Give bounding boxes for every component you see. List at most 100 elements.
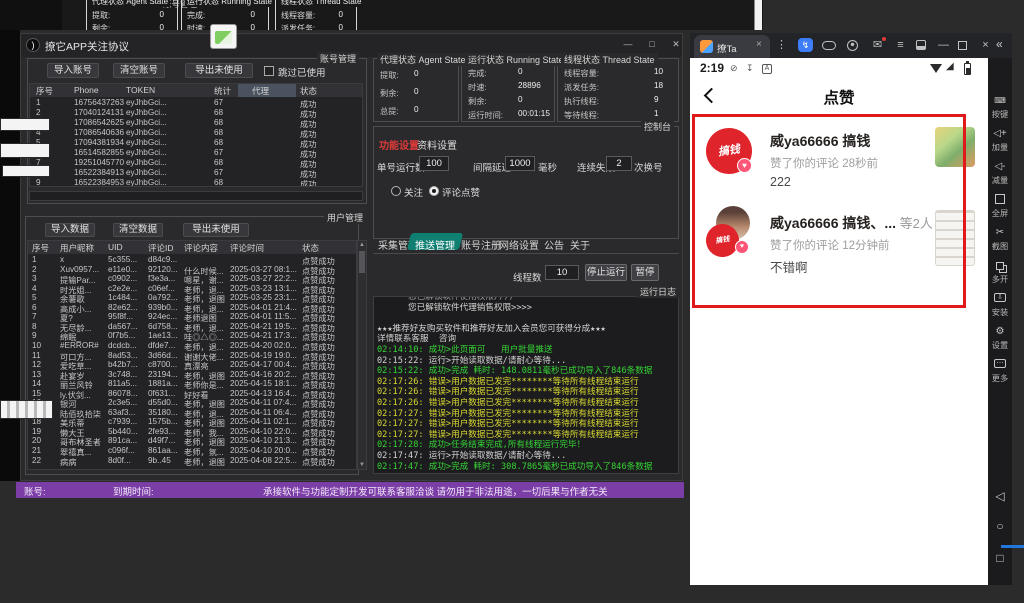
- table-row[interactable]: 616514582855eyJhbGci...67成功: [30, 148, 362, 159]
- table-cell: 11: [32, 350, 41, 360]
- table-row[interactable]: 517094381934eyJhbGci...68成功: [30, 138, 362, 149]
- table-row[interactable]: 4 时光姐... c2e2e... c06ef... 老师，退... 2025-03-23…: [28, 284, 356, 295]
- table-cell: #ERROR#: [60, 340, 99, 350]
- table-row[interactable]: 20 哥布林圣者 891ca... d49f7... 老师，退图 2025-04-10 2…: [28, 436, 356, 447]
- tab-close-icon[interactable]: ×: [756, 39, 762, 50]
- settings-tab-0[interactable]: 功能设置: [379, 137, 419, 152]
- boost-icon[interactable]: ↯: [798, 38, 813, 52]
- android-back-icon[interactable]: ◁: [988, 489, 1012, 503]
- table-row[interactable]: 22 病病 8d0f... 9b..45 老师，退图 2025-04-08 22:5...…: [28, 456, 356, 467]
- table-row[interactable]: 1 16756437263 eyJhbGci... 67 成功: [30, 98, 362, 109]
- minimize-icon[interactable]: —: [936, 38, 951, 52]
- volume-down-icon[interactable]: ◁-: [988, 161, 1012, 173]
- install-apk-icon[interactable]: ⇩: [988, 293, 1012, 302]
- screenshot-icon[interactable]: ✂: [988, 227, 1012, 239]
- messages-icon[interactable]: ✉: [870, 37, 886, 52]
- image-file-icon[interactable]: [210, 24, 237, 49]
- mini-window-icon[interactable]: [916, 40, 926, 50]
- scroll-up-icon[interactable]: ▲: [358, 242, 366, 248]
- user-button-2[interactable]: 导出未使用: [183, 223, 249, 237]
- more-icon[interactable]: ⋯: [988, 359, 1012, 368]
- field-input[interactable]: [606, 156, 632, 171]
- android-recents-icon[interactable]: □: [988, 551, 1012, 565]
- table-row[interactable]: 2 17040124131 eyJhbGci... 68 成功: [30, 108, 362, 119]
- tab-推送管理[interactable]: 推送管理: [415, 237, 455, 252]
- table-row[interactable]: 7 夏? 95f8f... 924ec... 老师退图 2025-04-01 11:5..…: [28, 312, 356, 323]
- pause-button[interactable]: 暂停: [631, 264, 659, 281]
- tab-公告[interactable]: 公告: [544, 237, 564, 252]
- table-row[interactable]: 21 翠禧真... c096f... 861aa... 老师，氛... 2025-04-1…: [28, 446, 356, 457]
- fullscreen-icon[interactable]: [988, 194, 1012, 204]
- table-row[interactable]: 15 ly.伏剑... 86078... 0f631... 好好看 2025-04-13 …: [28, 389, 356, 400]
- log-line: ★★★推荐好友购买软件和推荐好友加入会员您可获得分成★★★: [377, 323, 606, 334]
- collapse-sidebar-icon[interactable]: «: [996, 37, 1003, 51]
- account-button-1[interactable]: 清空账号: [113, 63, 165, 78]
- emulator-tab[interactable]: 撩Ta ×: [694, 35, 770, 58]
- account-table[interactable]: 序号 Phone TOKEN 统计 代理 状态 1 16756437263 eyJhbGci..…: [29, 83, 363, 187]
- table-row[interactable]: 9 绵眠_ 0f7b5... 1ae13... 哇◎△◎... 2025-04-21 17…: [28, 331, 356, 342]
- android-home-icon[interactable]: ○: [988, 519, 1012, 533]
- account-button-0[interactable]: 导入账号: [47, 63, 99, 78]
- radio-option[interactable]: [391, 186, 401, 196]
- close-icon[interactable]: ×: [978, 38, 993, 52]
- table-row[interactable]: 17陆佰玖拾柒63af3...35180...老师，退...2025-04-11…: [28, 408, 356, 419]
- status-bar-notice: 承接软件与功能定制开发可联系客服洽谈 请勿用于非法用途，一切后果与作者无关: [263, 487, 608, 498]
- table-row[interactable]: 18 美乐蒂 c7939... 1575b... 老师，退图 2025-04-11 02:…: [28, 417, 356, 428]
- user-button-1[interactable]: 清空数据: [113, 223, 163, 237]
- account-button-2[interactable]: 导出未使用: [185, 63, 253, 78]
- table-row[interactable]: 10 #ERROR# dcdcb... dfde7... 老师，退... 2025-04-…: [28, 340, 356, 352]
- table-row[interactable]: 11 可口方... 8ad53... 3d66d... 谢谢大佬... 2025-04-1…: [28, 350, 356, 362]
- thread-count-input[interactable]: [545, 265, 579, 280]
- user-table-scrollbar[interactable]: ▲ ▼: [357, 240, 367, 470]
- menu-icon[interactable]: ≡: [893, 38, 908, 52]
- settings-tab-1[interactable]: 资料设置: [417, 137, 457, 152]
- table-row[interactable]: 8 无尽龄... da567... 6d758... 老师，退... 2025-04-21…: [28, 322, 356, 333]
- kebab-menu-icon[interactable]: ⋮: [774, 38, 789, 52]
- tab-关于[interactable]: 关于: [570, 237, 590, 252]
- stop-run-button[interactable]: 停止运行: [585, 264, 627, 281]
- table-cell: 2025-04-11 02:1...: [230, 417, 297, 427]
- multi-window-icon[interactable]: [988, 260, 1012, 270]
- table-row[interactable]: 7 19251045770 eyJhbGci... 68 成功: [30, 158, 362, 169]
- field-input[interactable]: [419, 156, 449, 171]
- user-button-0[interactable]: 导入数据: [45, 223, 95, 237]
- tab-网络设置[interactable]: 网络设置: [499, 237, 539, 252]
- emulator-titlebar[interactable]: 撩Ta × ⋮ ↯ ✉ ≡ — × «: [690, 33, 1012, 58]
- table-row[interactable]: 19 懒大王 5b440... 2fe93... 老师，我... 2025-04-10 2…: [28, 427, 356, 438]
- table-row[interactable]: 14 丽兰风铃 811a5... 1881a... 老师你是... 2025-04-15 …: [28, 379, 356, 390]
- table-row[interactable]: 16银河2c3e5...d55d0...老师，退图2025-04-11 07:4…: [28, 398, 356, 409]
- scroll-down-icon[interactable]: ▼: [358, 462, 366, 468]
- table-row[interactable]: 12 爱吃草... b42b7... c8700... 真漂亮 2025-04-17 00…: [28, 360, 356, 371]
- skip-used-checkbox[interactable]: [264, 66, 274, 76]
- tab-账号注册[interactable]: 账号注册: [461, 237, 501, 252]
- table-row[interactable]: 317086542625eyJhbGci...68成功: [30, 118, 362, 129]
- volume-up-icon[interactable]: ◁+: [988, 128, 1012, 140]
- radio-label: 关注: [404, 188, 424, 199]
- gamepad-icon[interactable]: [822, 41, 836, 50]
- log-line: 02:15:22: 成功>完成 耗时: 148.0811毫秒已成功导入了846条…: [377, 366, 653, 377]
- background-dark-patch: [0, 0, 62, 30]
- account-icon[interactable]: [847, 40, 858, 51]
- table-cell: 17086542625: [74, 118, 125, 127]
- scrollbar-thumb[interactable]: [359, 251, 365, 273]
- keyboard-icon[interactable]: ⌨: [988, 95, 1012, 107]
- bg-status-label: 派发任务:: [281, 24, 316, 30]
- maximize-icon[interactable]: [958, 41, 967, 50]
- table-row[interactable]: 6 高成小... 82e62... 939b0... 老师，退... 2025-04-01…: [28, 303, 356, 314]
- table-row[interactable]: 13 赴宴岁 3c748... 23194... 老师，退图 2025-04-16 20:…: [28, 370, 356, 381]
- table-row[interactable]: 4 17086540636 eyJhbGci... 68 成功: [30, 128, 362, 139]
- close-button[interactable]: ✕: [667, 37, 685, 52]
- radio-selected[interactable]: [429, 186, 439, 196]
- settings-icon[interactable]: ⚙: [988, 326, 1012, 338]
- field-input[interactable]: [505, 156, 535, 171]
- table-row[interactable]: 5 余薯歌 1c484... 0a792... 老师，退图 2025-03-25 23:1…: [28, 293, 356, 304]
- table-row[interactable]: 816522384913eyJhbGci...67成功: [30, 168, 362, 179]
- minimize-button[interactable]: —: [619, 37, 637, 52]
- table-row[interactable]: 2 Xuv0957... e11e0... 92120... 什么时候... 2025-0…: [28, 265, 356, 276]
- maximize-button[interactable]: □: [643, 37, 661, 52]
- run-log-console[interactable]: 您已解锁软件使用权限//// 您已解锁软件代理销售权限>>>> ★★★推荐好友购…: [373, 296, 679, 474]
- table-row[interactable]: 3 提输Par... c0902... f3e3a... 嗯星，谢... 2025-03-…: [28, 274, 356, 285]
- table-row[interactable]: 9 16522384953 eyJhbGci... 68 成功: [30, 178, 362, 186]
- user-table[interactable]: 序号 用户昵称 UID 评论ID 评论内容 评论时间 状态 1 x 5c355... d84c9..…: [27, 240, 357, 470]
- table-row[interactable]: 1 x 5c355... d84c9... 点赞成功: [28, 255, 356, 266]
